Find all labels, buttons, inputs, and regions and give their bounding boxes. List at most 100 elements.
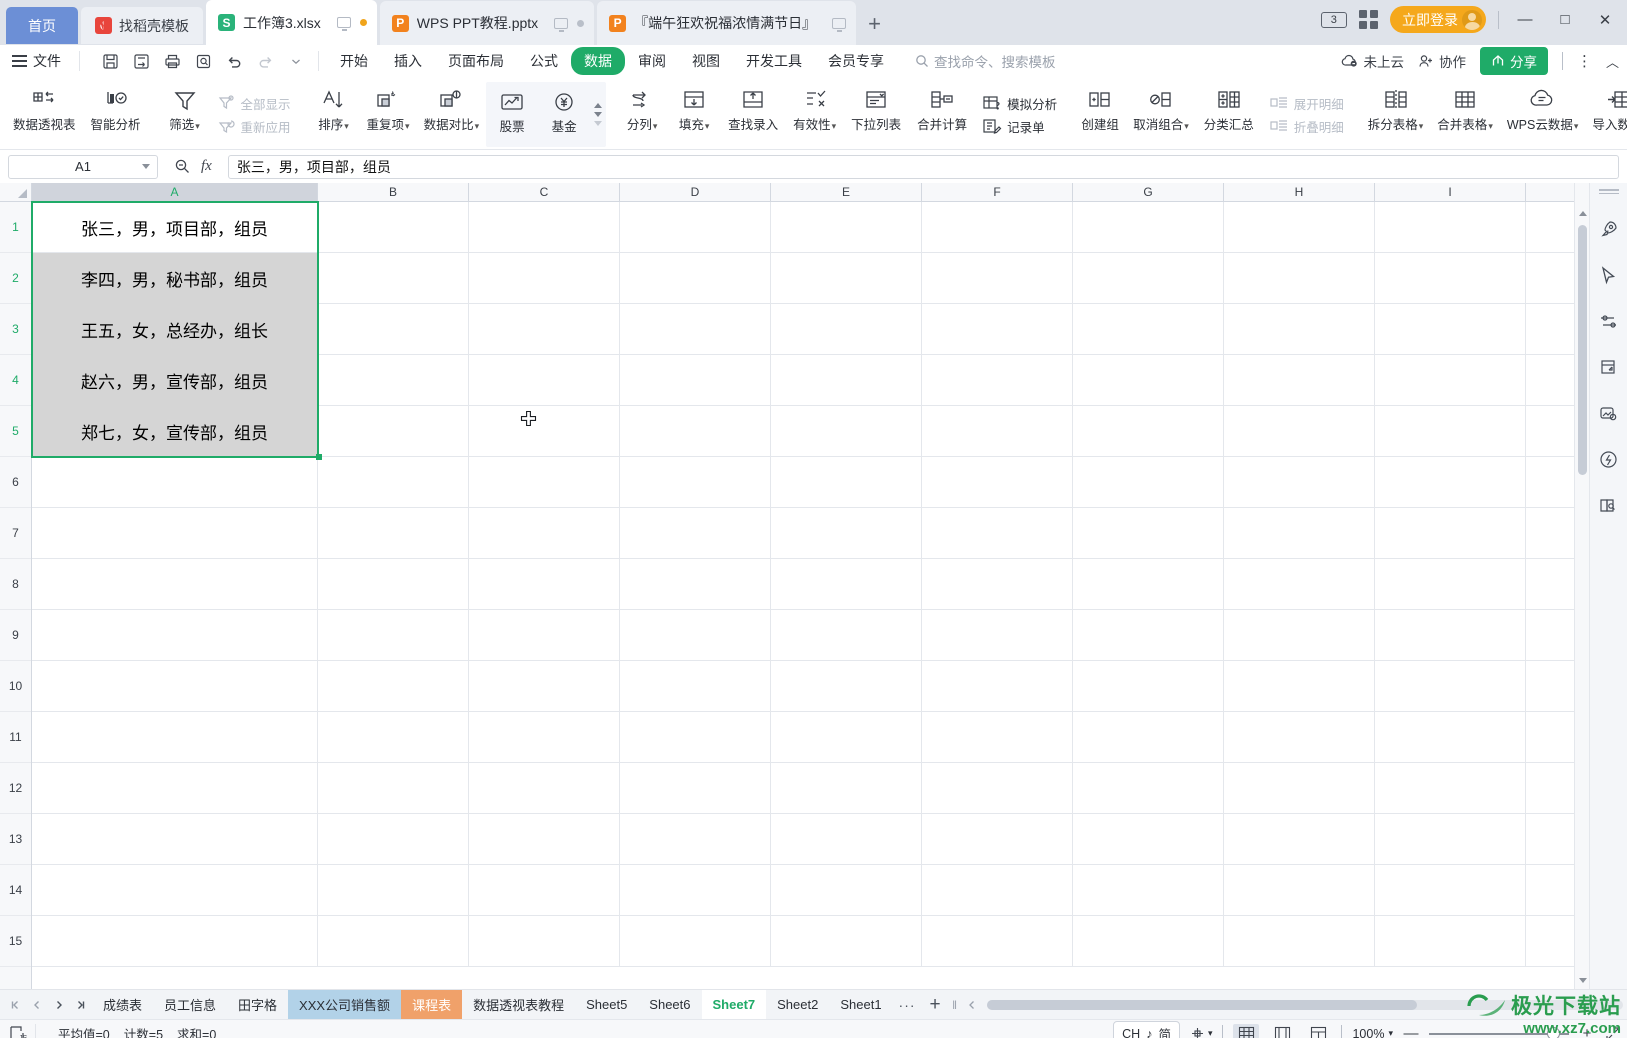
cell-D13[interactable] [620,814,771,865]
cell-G12[interactable] [1073,763,1224,814]
cell-E11[interactable] [771,712,922,763]
cell-A4[interactable]: 赵六，男，宣传部，组员 [32,355,318,406]
cell-format-icon[interactable] [1596,354,1622,380]
collaborate-button[interactable]: 协作 [1418,51,1466,71]
cell-A11[interactable] [32,712,318,763]
row-header-6[interactable]: 6 [0,457,31,508]
cell-G15[interactable] [1073,916,1224,967]
cell-I2[interactable] [1375,253,1526,304]
cell-D7[interactable] [620,508,771,559]
js-icon[interactable]: JS [8,1024,27,1038]
cloud-status[interactable]: 未上云 [1341,51,1404,71]
cell-I3[interactable] [1375,304,1526,355]
cell-G10[interactable] [1073,661,1224,712]
close-button[interactable]: ✕ [1591,9,1619,31]
cell-B11[interactable] [318,712,469,763]
tab-insert[interactable]: 插入 [381,47,435,75]
cell-F7[interactable] [922,508,1073,559]
merge-table-button[interactable]: 合并表格▾ [1430,80,1500,149]
row-header-9[interactable]: 9 [0,610,31,661]
command-search[interactable]: 查找命令、搜索模板 [915,51,1056,71]
cell-D12[interactable] [620,763,771,814]
cell-C5[interactable] [469,406,620,457]
tab-start[interactable]: 开始 [327,47,381,75]
cell-E10[interactable] [771,661,922,712]
cell-C11[interactable] [469,712,620,763]
cell-I9[interactable] [1375,610,1526,661]
maximize-button[interactable]: □ [1551,9,1579,31]
cell-H5[interactable] [1224,406,1375,457]
consolidate-button[interactable]: 合并计算 [909,80,975,149]
cell-C1[interactable] [469,202,620,253]
tab-formula[interactable]: 公式 [517,47,571,75]
redo-icon[interactable] [251,48,279,74]
horizontal-scrollbar[interactable] [986,999,1623,1010]
cell-A5[interactable]: 郑七，女，宣传部，组员 [32,406,318,457]
cell-E6[interactable] [771,457,922,508]
present-icon[interactable] [554,17,569,32]
fullscreen-icon[interactable] [1605,1026,1621,1038]
cell-E4[interactable] [771,355,922,406]
name-box[interactable]: A1 [8,154,158,179]
home-tab[interactable]: 首页 [6,7,78,44]
cell-E2[interactable] [771,253,922,304]
doc-tab-workbook3[interactable]: S 工作簿3.xlsx [206,0,377,45]
cell-D8[interactable] [620,559,771,610]
cell-H11[interactable] [1224,712,1375,763]
feedback-icon[interactable] [1596,446,1622,472]
column-header-G[interactable]: G [1073,183,1224,201]
vertical-scroll-thumb[interactable] [1578,225,1587,475]
share-button[interactable]: 分享 [1479,47,1548,75]
cell-G14[interactable] [1073,865,1224,916]
cell-E7[interactable] [771,508,922,559]
lookup-entry-button[interactable]: 查找录入 [720,80,786,149]
cell-I10[interactable] [1375,661,1526,712]
import-data-button[interactable]: 导入数据▾ [1585,80,1627,149]
next-sheet-button[interactable] [48,994,70,1016]
cell-F4[interactable] [922,355,1073,406]
cell-G1[interactable] [1073,202,1224,253]
rail-drag-handle[interactable] [1598,189,1619,196]
cell-E14[interactable] [771,865,922,916]
prev-sheet-button[interactable] [26,994,48,1016]
row-header-5[interactable]: 5 [0,406,31,457]
ime-indicator[interactable]: CH ♪ 简 [1113,1021,1180,1038]
reapply-button[interactable]: 重新应用 [213,115,296,138]
row-header-2[interactable]: 2 [0,253,31,304]
cell-B1[interactable] [318,202,469,253]
zoom-knob[interactable] [1547,1027,1560,1038]
horizontal-scroll-thumb[interactable] [986,999,1417,1010]
template-tab[interactable]: 找稻壳模板 [81,7,203,44]
row-header-4[interactable]: 4 [0,355,31,406]
cell-F10[interactable] [922,661,1073,712]
cell-B13[interactable] [318,814,469,865]
cell-H15[interactable] [1224,916,1375,967]
cell-H9[interactable] [1224,610,1375,661]
customize-toolbar-icon[interactable] [282,48,310,74]
doc-tab-dragonboat[interactable]: P 『端午狂欢祝福浓情满节日』 [597,1,857,45]
fund-button[interactable]: 基金 [538,82,590,147]
cell-H2[interactable] [1224,253,1375,304]
login-button[interactable]: 立即登录 [1390,6,1486,33]
present-icon[interactable] [336,17,351,31]
last-sheet-button[interactable] [70,994,92,1016]
cell-I7[interactable] [1375,508,1526,559]
cell-H8[interactable] [1224,559,1375,610]
column-header-D[interactable]: D [620,183,771,201]
scroll-up-icon[interactable] [1579,211,1587,216]
cell-H7[interactable] [1224,508,1375,559]
cell-C6[interactable] [469,457,620,508]
cell-F8[interactable] [922,559,1073,610]
cell-I15[interactable] [1375,916,1526,967]
create-group-button[interactable]: 创建组 [1074,80,1126,149]
formula-input[interactable]: 张三，男，项目部，组员 [227,154,1619,179]
row-header-10[interactable]: 10 [0,661,31,712]
cell-G8[interactable] [1073,559,1224,610]
cell-D5[interactable] [620,406,771,457]
cell-F2[interactable] [922,253,1073,304]
cell-D9[interactable] [620,610,771,661]
insert-function-icon[interactable]: fx [201,158,212,175]
cell-F13[interactable] [922,814,1073,865]
cell-F15[interactable] [922,916,1073,967]
ime-extra-label[interactable]: ▾ [1190,1026,1212,1038]
